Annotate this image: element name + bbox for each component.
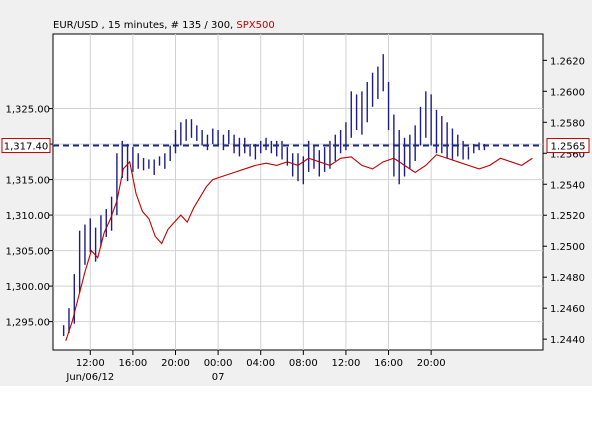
chart-title: EUR/USD , 15 minutes, # 135 / 300, SPX50… [53,20,275,31]
x-tick-label: 16:00 [374,358,403,369]
right-tick-label: 1.2540 [550,180,585,191]
left-tick-label: 1,305.00 [5,247,50,258]
chart-svg: EUR/USD , 15 minutes, # 135 / 300, SPX50… [1,20,590,383]
plot-area [52,33,544,351]
right-tick-label: 1.2580 [550,118,585,129]
right-tick-label: 1.2480 [550,273,585,284]
x-tick-label: 00:00 [204,358,233,369]
left-tick-label: 1,325.00 [5,105,50,116]
x-tick-label: 12:00 [332,358,361,369]
right-tick-label: 1.2460 [550,304,585,315]
x-tick-label: 20:00 [417,358,446,369]
x-tick-label: 12:00 [76,358,105,369]
left-tick-label: 1,315.00 [5,176,50,187]
chart-panel: EUR/USD , 15 minutes, # 135 / 300, SPX50… [0,0,592,386]
x-tick-label: 04:00 [246,358,275,369]
right-tick-label: 1.2520 [550,211,585,222]
right-current-label: 1.2565 [551,142,586,153]
right-tick-label: 1.2500 [550,242,585,253]
left-tick-label: 1,310.00 [5,211,50,222]
right-tick-label: 1.2600 [550,87,585,98]
right-tick-label: 1.2440 [550,335,585,346]
x-tick-label: 16:00 [118,358,147,369]
date-label: Jun/06/12 [65,372,114,383]
x-tick-label: 08:00 [289,358,318,369]
date-label: 07 [212,372,225,383]
chart-title-main: EUR/USD , 15 minutes, # 135 / 300, [53,20,236,31]
x-tick-label: 20:00 [161,358,190,369]
right-tick-label: 1.2620 [550,56,585,67]
chart-title-overlay: SPX500 [236,20,274,31]
left-tick-label: 1,295.00 [5,318,50,329]
left-current-label: 1,317.40 [4,142,49,153]
left-tick-label: 1,300.00 [5,282,50,293]
